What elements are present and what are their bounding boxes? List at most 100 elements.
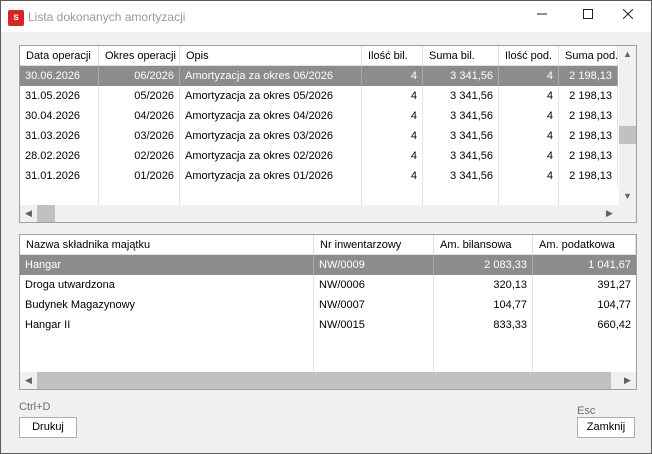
- cell-ilosc-pod: 4: [499, 86, 559, 106]
- cell-ilosc-bil: 4: [362, 66, 423, 86]
- cell-nr-inwentarzowy: NW/0009: [314, 255, 434, 275]
- cell-opis: Amortyzacja za okres 02/2026: [180, 146, 362, 166]
- cell-am-podatkowa: 1 041,67: [588, 259, 631, 271]
- cell-data: 30.04.2026: [20, 106, 99, 126]
- cell-okres: 02/2026: [99, 146, 180, 166]
- column-header-am-podatkowa[interactable]: Am. podatkowa: [533, 235, 636, 255]
- column-header-suma-pod[interactable]: Suma pod.: [559, 46, 618, 66]
- column-header-ilosc-bil[interactable]: Ilość bil.: [362, 46, 423, 66]
- table-row[interactable]: 31.05.2026 05/2026 Amortyzacja za okres …: [20, 86, 618, 106]
- column-header-am-bilansowa[interactable]: Am. bilansowa: [434, 235, 533, 255]
- column-divider: [98, 186, 99, 205]
- table-row[interactable]: Budynek Magazynowy NW/0007 104,77 104,77: [20, 295, 636, 315]
- cell-ilosc-bil: 4: [362, 106, 423, 126]
- minimize-icon: [537, 13, 547, 15]
- cell-am-podatkowa: 104,77: [597, 299, 631, 311]
- cell-nr-inwentarzowy: NW/0007: [314, 295, 434, 315]
- cell-okres: 01/2026: [99, 166, 180, 186]
- close-window-button[interactable]: [605, 1, 651, 32]
- cell-ilosc-pod: 4: [499, 166, 559, 186]
- cell-suma-bil: 3 341,56: [423, 146, 499, 166]
- horizontal-scrollbar[interactable]: ◀ ▶: [20, 372, 636, 389]
- cell-nazwa: Budynek Magazynowy: [20, 295, 314, 315]
- cell-am-bilansowa: 104,77: [434, 295, 533, 315]
- scrollbar-thumb[interactable]: [619, 126, 636, 144]
- cell-am-bilansowa: 2 083,33: [434, 255, 533, 275]
- scroll-right-icon[interactable]: ▶: [619, 372, 636, 389]
- cell-ilosc-pod: 4: [499, 126, 559, 146]
- cell-suma-pod: 2 198,13: [559, 126, 618, 146]
- cell-am-bilansowa: 320,13: [434, 275, 533, 295]
- cell-ilosc-bil: 4: [362, 146, 423, 166]
- table-row[interactable]: 31.01.2026 01/2026 Amortyzacja za okres …: [20, 166, 618, 186]
- cell-ilosc-pod: 4: [499, 146, 559, 166]
- cell-okres: 04/2026: [99, 106, 180, 126]
- column-divider: [422, 186, 423, 205]
- vertical-scrollbar[interactable]: ▲ ▼: [619, 46, 636, 205]
- table-row[interactable]: 30.04.2026 04/2026 Amortyzacja za okres …: [20, 106, 618, 126]
- cell-okres: 06/2026: [99, 66, 180, 86]
- cell-opis: Amortyzacja za okres 06/2026: [180, 66, 362, 86]
- column-divider: [498, 186, 499, 205]
- cell-am-podatkowa: 660,42: [597, 319, 631, 331]
- cell-opis: Amortyzacja za okres 05/2026: [180, 86, 362, 106]
- scrollbar-thumb[interactable]: [37, 372, 611, 389]
- cell-suma-pod: 2 198,13: [559, 166, 618, 186]
- cell-suma-pod: 2 198,13: [559, 86, 618, 106]
- scroll-left-icon[interactable]: ◀: [20, 205, 37, 222]
- column-divider: [532, 335, 533, 372]
- column-header-nazwa-skladnika[interactable]: Nazwa składnika majątku: [20, 235, 314, 255]
- close-button[interactable]: Zamknij: [577, 417, 635, 438]
- app-logo-icon: s: [8, 10, 24, 26]
- table-row[interactable]: 28.02.2026 02/2026 Amortyzacja za okres …: [20, 146, 618, 166]
- cell-data: 30.06.2026: [20, 66, 99, 86]
- minimize-button[interactable]: [519, 1, 565, 32]
- cell-opis: Amortyzacja za okres 01/2026: [180, 166, 362, 186]
- column-divider: [179, 186, 180, 205]
- scroll-left-icon[interactable]: ◀: [20, 372, 37, 389]
- cell-data: 31.01.2026: [20, 166, 99, 186]
- cell-am-podatkowa: 391,27: [597, 279, 631, 291]
- cell-nr-inwentarzowy: NW/0006: [314, 275, 434, 295]
- cell-nazwa: Droga utwardzona: [20, 275, 314, 295]
- table-row[interactable]: Hangar NW/0009 2 083,33 1 041,67: [20, 255, 636, 275]
- cell-suma-pod: 2 198,13: [559, 146, 618, 166]
- print-shortcut-hint: Ctrl+D: [19, 401, 51, 413]
- cell-ilosc-bil: 4: [362, 86, 423, 106]
- print-button[interactable]: Drukuj: [19, 417, 77, 438]
- cell-data: 31.03.2026: [20, 126, 99, 146]
- scroll-right-icon[interactable]: ▶: [601, 205, 618, 222]
- cell-am-bilansowa: 833,33: [434, 315, 533, 335]
- cell-ilosc-pod: 4: [499, 106, 559, 126]
- cell-ilosc-pod: 4: [499, 66, 559, 86]
- column-header-opis[interactable]: Opis: [180, 46, 362, 66]
- cell-suma-bil: 3 341,56: [423, 126, 499, 146]
- scroll-up-icon[interactable]: ▲: [619, 46, 636, 63]
- column-header-nr-inwentarzowy[interactable]: Nr inwentarzowy: [314, 235, 434, 255]
- column-header-ilosc-pod[interactable]: Ilość pod.: [499, 46, 559, 66]
- scrollbar-thumb[interactable]: [37, 205, 55, 222]
- table-row[interactable]: 30.06.2026 06/2026 Amortyzacja za okres …: [20, 66, 618, 86]
- maximize-icon: [583, 9, 593, 19]
- table-row[interactable]: Hangar II NW/0015 833,33 660,42: [20, 315, 636, 335]
- cell-okres: 05/2026: [99, 86, 180, 106]
- cell-ilosc-bil: 4: [362, 166, 423, 186]
- scroll-down-icon[interactable]: ▼: [619, 188, 636, 205]
- title-bar[interactable]: s Lista dokonanych amortyzacji: [1, 1, 651, 32]
- column-header-suma-bil[interactable]: Suma bil.: [423, 46, 499, 66]
- cell-suma-bil: 3 341,56: [423, 106, 499, 126]
- window-title: Lista dokonanych amortyzacji: [28, 10, 186, 24]
- cell-okres: 03/2026: [99, 126, 180, 146]
- cell-data: 31.05.2026: [20, 86, 99, 106]
- column-header-data-operacji[interactable]: Data operacji: [20, 46, 99, 66]
- cell-suma-bil: 3 341,56: [423, 66, 499, 86]
- cell-suma-pod: 2 198,13: [559, 66, 618, 86]
- column-header-okres-operacji[interactable]: Okres operacji: [99, 46, 180, 66]
- cell-opis: Amortyzacja za okres 04/2026: [180, 106, 362, 126]
- close-shortcut-hint: Esc: [577, 405, 596, 417]
- cell-data: 28.02.2026: [20, 146, 99, 166]
- horizontal-scrollbar[interactable]: ◀ ▶: [20, 205, 618, 222]
- close-icon: [622, 8, 634, 20]
- table-row[interactable]: Droga utwardzona NW/0006 320,13 391,27: [20, 275, 636, 295]
- table-row[interactable]: 31.03.2026 03/2026 Amortyzacja za okres …: [20, 126, 618, 146]
